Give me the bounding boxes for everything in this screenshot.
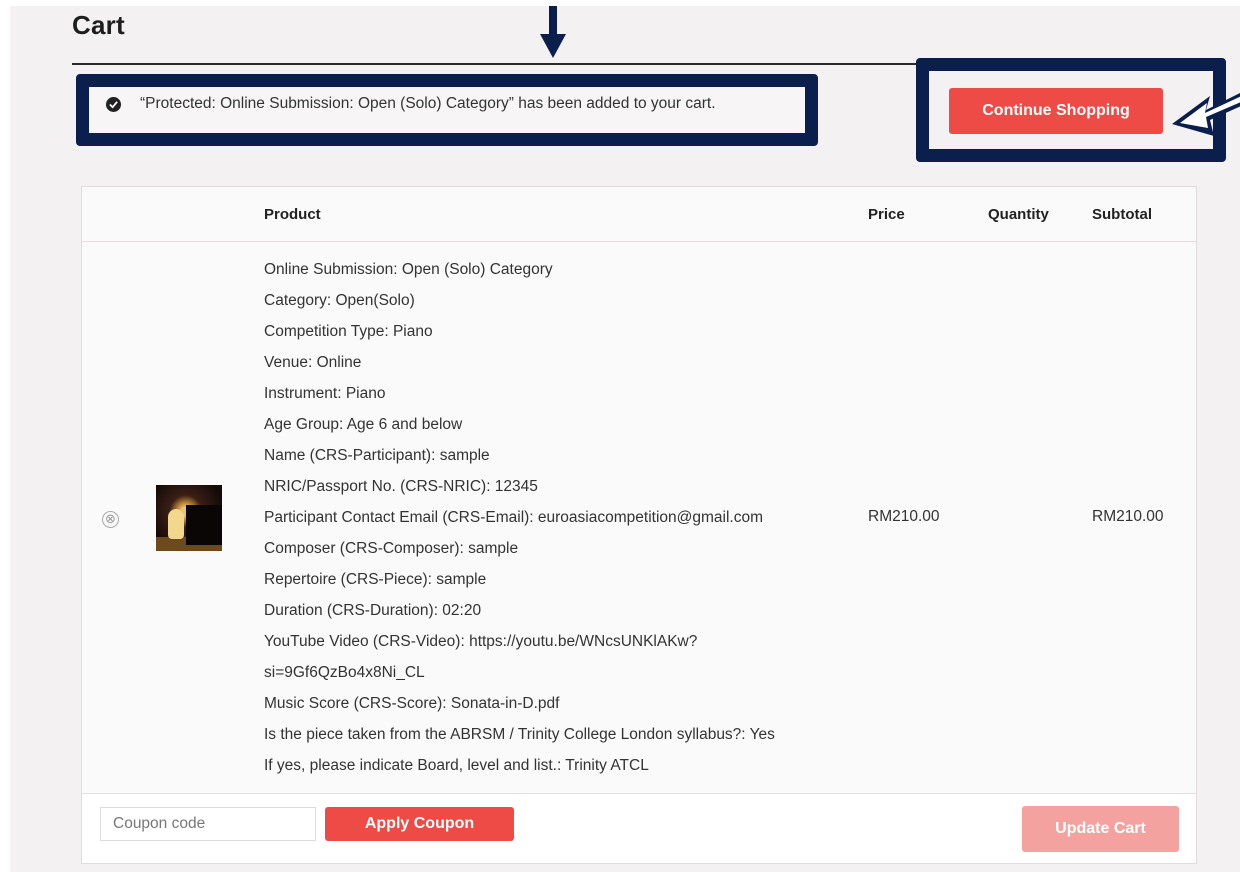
detail-line: Is the piece taken from the ABRSM / Trin… xyxy=(264,726,775,743)
pointer-arrow-icon xyxy=(1172,93,1240,136)
detail-line: si=9Gf6QzBo4x8Ni_CL xyxy=(264,664,425,681)
detail-line: Instrument: Piano xyxy=(264,385,386,402)
page-title: Cart xyxy=(72,10,125,40)
cart-actions: Apply Coupon Update Cart xyxy=(82,794,1196,864)
apply-coupon-button[interactable]: Apply Coupon xyxy=(325,807,514,841)
detail-line: Name (CRS-Participant): sample xyxy=(264,447,490,464)
product-name-link[interactable]: Online Submission: Open (Solo) Category xyxy=(264,260,844,291)
product-thumbnail[interactable] xyxy=(156,485,222,551)
detail-line: Repertoire (CRS-Piece): sample xyxy=(264,571,487,588)
check-circle-icon xyxy=(106,97,121,112)
detail-line: Participant Contact Email (CRS-Email): e… xyxy=(264,509,763,526)
product-details: Online Submission: Open (Solo) Category … xyxy=(264,260,844,787)
table-header: Product Price Quantity Subtotal xyxy=(82,187,1196,242)
title-divider xyxy=(72,63,932,65)
detail-line: Duration (CRS-Duration): 02:20 xyxy=(264,602,482,619)
cart-page: Cart “Protected: Online Submission: Open… xyxy=(10,6,1240,872)
header-price: Price xyxy=(868,206,905,223)
detail-line: If yes, please indicate Board, level and… xyxy=(264,757,649,774)
header-product: Product xyxy=(264,206,321,223)
detail-line: Composer (CRS-Composer): sample xyxy=(264,540,519,557)
detail-line: Category: Open(Solo) xyxy=(264,292,415,309)
item-price: RM210.00 xyxy=(868,508,940,525)
cart-item-row: ⊗ Online Submission: Open (Solo) Categor… xyxy=(82,242,1196,794)
header-subtotal: Subtotal xyxy=(1092,206,1152,223)
detail-line: YouTube Video (CRS-Video): https://youtu… xyxy=(264,633,698,650)
detail-line: Age Group: Age 6 and below xyxy=(264,416,463,433)
added-to-cart-notice: “Protected: Online Submission: Open (Sol… xyxy=(76,74,818,146)
down-arrow-icon xyxy=(540,6,566,58)
continue-shopping-button[interactable]: Continue Shopping xyxy=(949,88,1163,134)
detail-line: Competition Type: Piano xyxy=(264,323,433,340)
update-cart-button[interactable]: Update Cart xyxy=(1022,806,1179,852)
cart-table: Product Price Quantity Subtotal ⊗ Online… xyxy=(81,186,1197,864)
notice-message: “Protected: Online Submission: Open (Sol… xyxy=(140,95,716,112)
detail-line: Venue: Online xyxy=(264,354,362,371)
item-subtotal: RM210.00 xyxy=(1092,508,1164,525)
detail-line: NRIC/Passport No. (CRS-NRIC): 12345 xyxy=(264,478,538,495)
remove-item-icon[interactable]: ⊗ xyxy=(102,511,119,528)
detail-line: Music Score (CRS-Score): Sonata-in-D.pdf xyxy=(264,695,560,712)
header-quantity: Quantity xyxy=(988,206,1049,223)
coupon-code-input[interactable] xyxy=(100,807,316,841)
